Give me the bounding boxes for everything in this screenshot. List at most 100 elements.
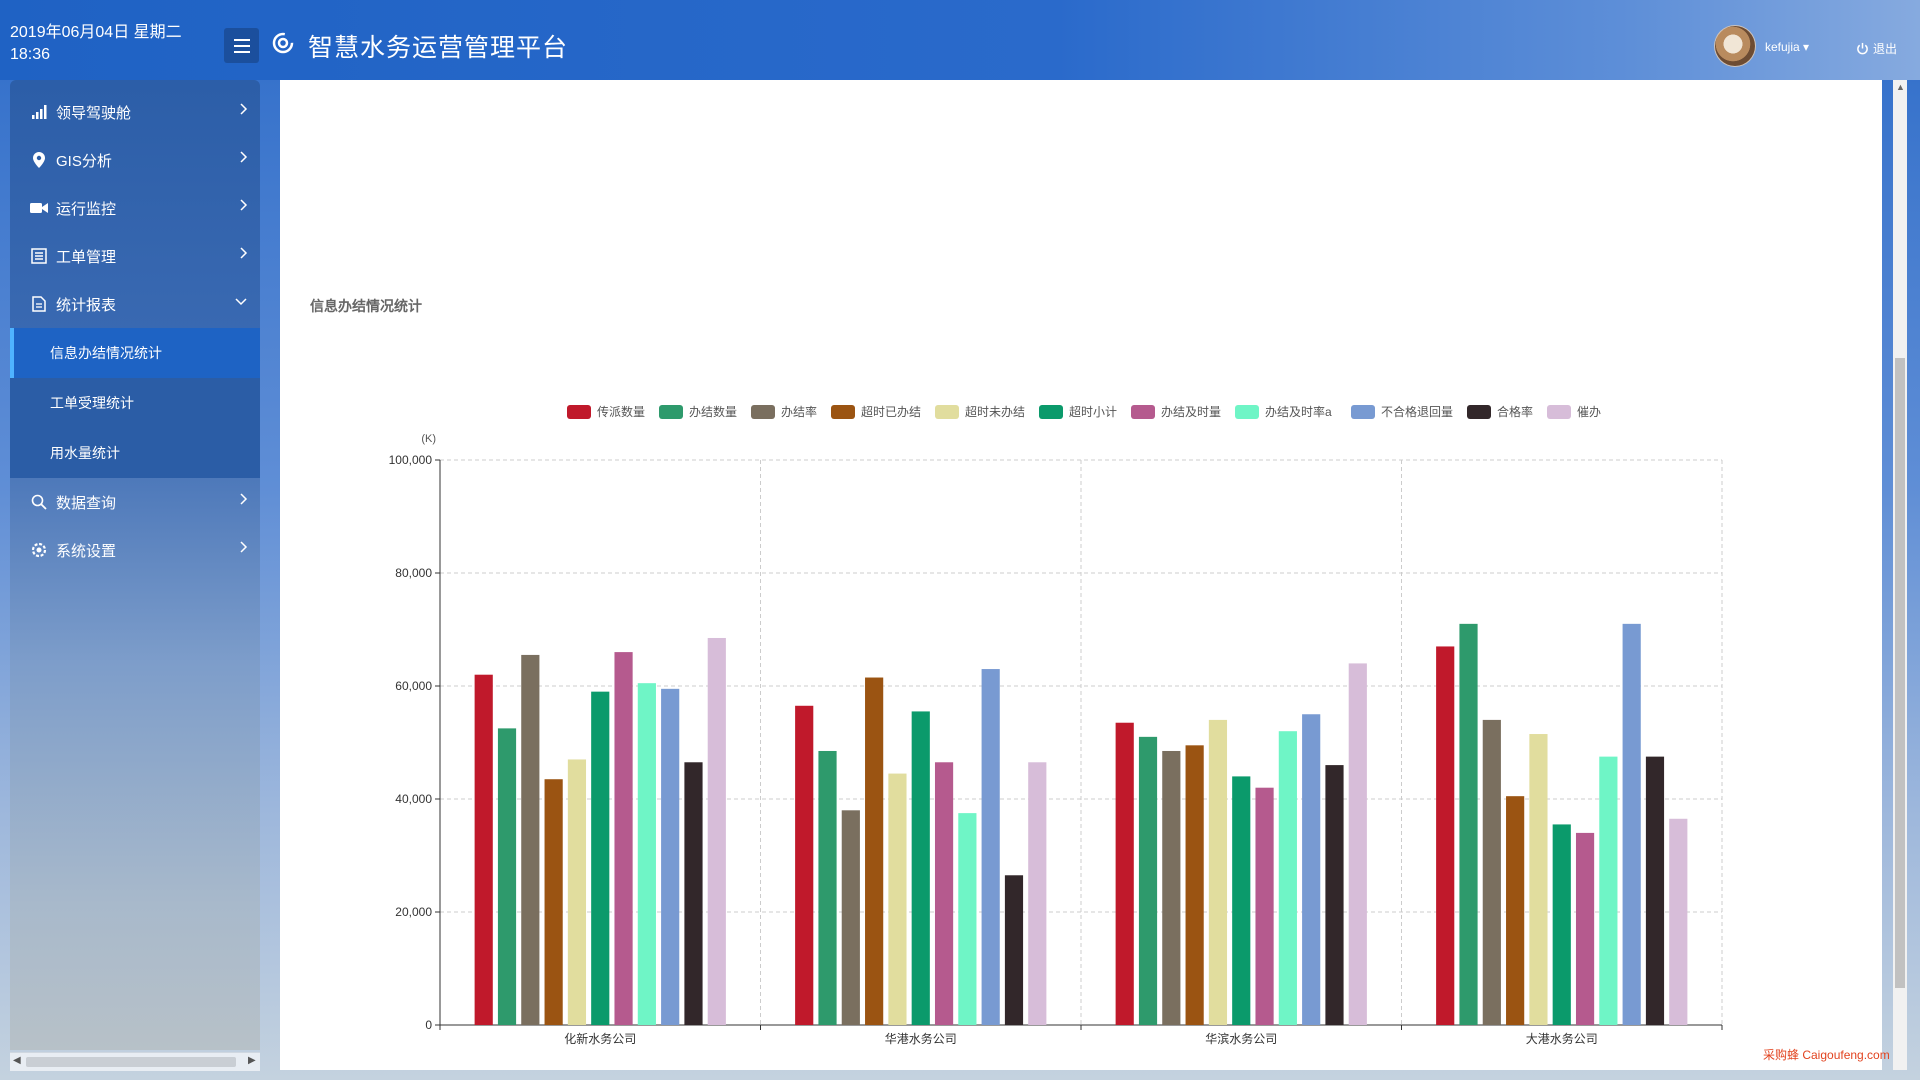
scroll-up-icon[interactable]: ▲ (1896, 82, 1905, 92)
date-time: 2019年06月04日 星期二 18:36 (10, 22, 182, 66)
legend-swatch (1235, 405, 1259, 419)
chevron-right-icon (238, 492, 248, 510)
y-tick-label: 40,000 (395, 792, 432, 806)
sidebar-subitem-label: 工单受理统计 (50, 395, 134, 411)
sidebar-subitem-label: 用水量统计 (50, 445, 120, 461)
chart-bar (1115, 722, 1134, 1025)
chart-bar (1575, 832, 1595, 1025)
x-tick-label: 华港水务公司 (885, 1031, 957, 1046)
y-tick-label: 0 (425, 1018, 432, 1032)
main-vertical-scrollbar[interactable]: ▲ (1893, 80, 1907, 1070)
chart-bar (1622, 623, 1641, 1025)
sidebar-item-monitoring[interactable]: 运行监控 (10, 184, 260, 232)
x-tick-label: 华滨水务公司 (1205, 1031, 1277, 1046)
chart-bar (865, 677, 884, 1025)
chart-bar (497, 728, 517, 1025)
legend-swatch (1131, 405, 1155, 419)
sidebar-subitem-info-completion[interactable]: 信息办结情况统计 (10, 328, 260, 378)
chart-bar (795, 705, 814, 1025)
chart-bar (1325, 765, 1344, 1025)
chart-bar (818, 750, 837, 1025)
chart-bar (521, 654, 540, 1025)
sidebar-item-label: 领导驾驶舱 (56, 104, 132, 122)
y-tick-label: 60,000 (395, 679, 432, 693)
chart-bar (1529, 734, 1548, 1025)
chart-bar (1482, 719, 1501, 1025)
watermark: 采购蜂 Caigoufeng.com (1763, 1048, 1890, 1062)
logout-label: 退出 (1873, 42, 1898, 56)
logout-button[interactable]: 退出 (1856, 40, 1897, 57)
chart-bar (614, 652, 633, 1025)
sidebar-horizontal-scrollbar[interactable]: ◀ ▶ (10, 1052, 260, 1071)
legend-label: 不合格退回量 (1381, 404, 1453, 419)
chart-bar (1348, 663, 1367, 1025)
top-bar: 2019年06月04日 星期二 18:36 智慧水务运营管理平台 kefujia… (0, 0, 1920, 80)
y-tick-label: 20,000 (395, 905, 432, 919)
sidebar-item-label: 工单管理 (56, 248, 117, 266)
legend-label: 催办 (1577, 404, 1601, 419)
user-menu[interactable]: kefujia ▾ (1765, 40, 1809, 54)
sidebar-item-workorders[interactable]: 工单管理 (10, 232, 260, 280)
chart-bar (1645, 756, 1665, 1025)
legend-label: 超时已办结 (861, 404, 921, 419)
document-icon (30, 296, 48, 312)
chart-bar (474, 674, 493, 1025)
chart-bar (1028, 762, 1047, 1025)
chart-bar (707, 637, 726, 1025)
legend-swatch (1547, 405, 1571, 419)
y-tick-label: 100,000 (389, 453, 433, 467)
sidebar: 领导驾驶舱 GIS分析 运行监控 工单管理 统计报表 信息办结情况统计 工单受理… (10, 80, 260, 1050)
current-date: 2019年06月04日 星期二 (10, 24, 182, 41)
chevron-down-icon (234, 294, 248, 311)
chevron-right-icon (238, 198, 248, 216)
sidebar-item-data-query[interactable]: 数据查询 (10, 478, 260, 526)
chart-bar (911, 711, 930, 1025)
y-axis-unit-label: (K) (421, 433, 436, 445)
chart-bar (1208, 719, 1228, 1025)
chart-bar (637, 683, 656, 1025)
caret-down-icon: ▾ (1803, 40, 1810, 54)
sidebar-item-gis[interactable]: GIS分析 (10, 136, 260, 184)
chart-bar (591, 691, 610, 1025)
avatar[interactable] (1714, 25, 1756, 67)
x-tick-label: 化新水务公司 (564, 1031, 636, 1046)
chart-bar (567, 759, 587, 1025)
chart-bar (1669, 818, 1688, 1025)
chart-bar (841, 810, 860, 1025)
sidebar-item-label: 系统设置 (56, 542, 117, 560)
chart-bar (1185, 745, 1204, 1025)
legend-swatch (831, 405, 855, 419)
chart-bar (1599, 756, 1618, 1025)
chart-bar (684, 762, 703, 1025)
legend-swatch (659, 405, 683, 419)
scrollbar-thumb[interactable] (1895, 358, 1905, 988)
legend-label: 超时小计 (1069, 404, 1117, 419)
username-label: kefujia (1765, 40, 1800, 54)
chart-bar (1232, 776, 1251, 1025)
y-tick-label: 80,000 (395, 566, 432, 580)
scroll-right-icon[interactable]: ▶ (248, 1055, 256, 1066)
gear-icon (30, 542, 48, 558)
legend-label: 办结及时量 (1161, 404, 1221, 419)
sidebar-item-label: 运行监控 (56, 200, 117, 218)
legend-label: 传派数量 (597, 404, 645, 419)
legend-swatch (567, 405, 591, 419)
sidebar-item-label: 统计报表 (56, 296, 117, 314)
x-tick-label: 大港水务公司 (1526, 1031, 1598, 1046)
sidebar-subitem-workorder-acceptance[interactable]: 工单受理统计 (10, 378, 260, 428)
chart-bar (1255, 787, 1274, 1025)
menu-toggle-button[interactable] (224, 28, 259, 63)
scrollbar-thumb[interactable] (26, 1057, 236, 1067)
map-pin-icon (30, 152, 48, 168)
sidebar-item-reports[interactable]: 统计报表 (10, 280, 260, 328)
chart-bar (661, 688, 680, 1025)
sidebar-subitem-water-usage[interactable]: 用水量统计 (10, 428, 260, 478)
sidebar-item-settings[interactable]: 系统设置 (10, 526, 260, 574)
current-time: 18:36 (10, 46, 51, 63)
legend-label: 超时未办结 (965, 404, 1025, 419)
scroll-left-icon[interactable]: ◀ (13, 1055, 21, 1066)
chart-bar (1436, 646, 1455, 1025)
signal-bars-icon (30, 105, 48, 119)
sidebar-item-dashboard[interactable]: 领导驾驶舱 (10, 88, 260, 136)
legend-swatch (1467, 405, 1491, 419)
